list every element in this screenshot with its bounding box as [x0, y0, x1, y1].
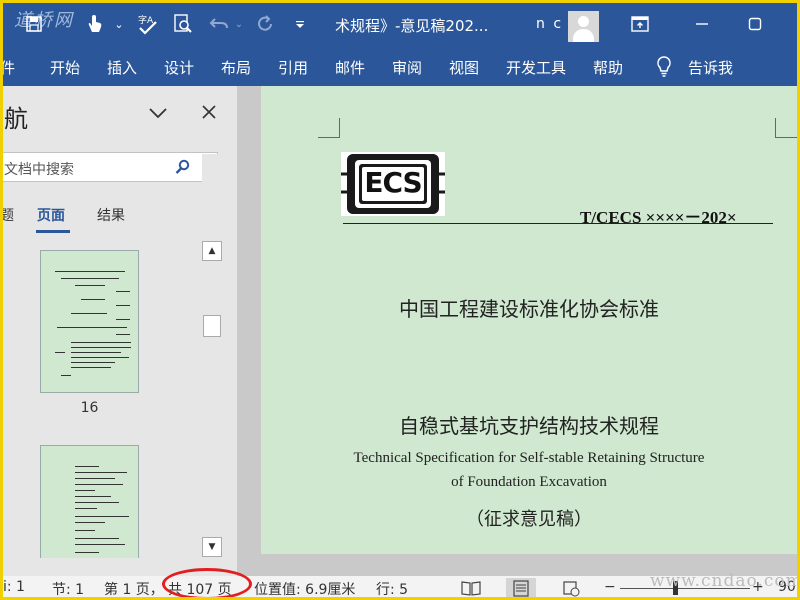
- touch-mode-dropdown-icon[interactable]: ⌄: [112, 10, 126, 38]
- title-bar: 道桥网 ⌄ 字A ⌄ 术规程》-意见稿202... n c: [0, 0, 800, 50]
- status-column[interactable]: i: 1: [3, 579, 25, 595]
- tab-view[interactable]: 视图: [449, 57, 479, 78]
- nav-options-chevron-down-icon[interactable]: [148, 104, 168, 125]
- close-icon[interactable]: [201, 104, 217, 125]
- web-layout-icon[interactable]: [556, 578, 586, 598]
- nav-tab-headings[interactable]: 题: [0, 205, 14, 225]
- nav-pane-title: 航: [4, 105, 28, 133]
- active-tab-indicator: [36, 230, 70, 233]
- crop-mark-top-left: [318, 118, 340, 138]
- header-rule: [343, 223, 773, 224]
- lightbulb-icon[interactable]: [655, 55, 673, 81]
- site-watermark: www.cndao.com: [650, 571, 800, 591]
- user-name[interactable]: n c: [536, 16, 563, 32]
- ribbon-display-options-icon[interactable]: [628, 12, 652, 36]
- page-thumbnails: 16: [0, 238, 200, 558]
- save-icon[interactable]: [22, 10, 46, 38]
- tab-file[interactable]: 件: [0, 57, 15, 78]
- ribbon-tabs: 件 开始 插入 设计 布局 引用 邮件 审阅 视图 开发工具 帮助 告诉我: [0, 50, 800, 86]
- undo-dropdown-icon[interactable]: ⌄: [233, 10, 245, 38]
- tell-me-search[interactable]: 告诉我: [688, 57, 733, 78]
- page-thumbnail[interactable]: [40, 250, 139, 393]
- search-input[interactable]: 文档中搜索 ⌄: [0, 152, 218, 182]
- logo-text: ECS: [364, 166, 422, 199]
- document-title: 术规程》-意见稿202...: [335, 17, 489, 35]
- search-placeholder: 文档中搜索: [4, 162, 74, 178]
- status-position[interactable]: 位置值: 6.9厘米: [254, 579, 355, 599]
- avatar-body: [573, 29, 594, 42]
- tab-layout[interactable]: 布局: [221, 57, 251, 78]
- ecs-logo: ECS: [341, 152, 445, 216]
- minimize-icon[interactable]: [690, 12, 714, 36]
- find-icon[interactable]: [170, 10, 196, 38]
- scrollbar-thumb[interactable]: [203, 315, 221, 337]
- title-english-line-1: Technical Specification for Self-stable …: [353, 450, 705, 466]
- print-layout-icon[interactable]: [506, 578, 536, 598]
- read-mode-icon[interactable]: [456, 578, 486, 598]
- crop-mark-top-right: [775, 118, 797, 138]
- page-thumbnail[interactable]: [40, 445, 139, 558]
- tab-help[interactable]: 帮助: [593, 57, 623, 78]
- scroll-down-icon[interactable]: ▼: [202, 537, 222, 557]
- search-icon[interactable]: [175, 159, 191, 175]
- title-chinese: 自稳式基坑支护结构技术规程: [399, 414, 659, 438]
- thumbnail-scrollbar[interactable]: [202, 154, 222, 474]
- avatar[interactable]: [568, 11, 599, 42]
- status-total-pages[interactable]: 共 107 页: [168, 579, 232, 599]
- page-number: 16: [80, 400, 99, 416]
- redo-icon[interactable]: [254, 10, 278, 38]
- customize-icon[interactable]: [292, 10, 308, 38]
- tab-design[interactable]: 设计: [164, 57, 194, 78]
- nav-tab-results[interactable]: 结果: [97, 205, 125, 225]
- svg-text:字A: 字A: [138, 14, 154, 26]
- title-english-line-2: of Foundation Excavation: [451, 474, 607, 490]
- status-page[interactable]: 第 1 页，: [104, 579, 164, 599]
- status-section[interactable]: 节: 1: [52, 579, 84, 599]
- undo-icon[interactable]: [205, 10, 233, 38]
- spelling-icon[interactable]: 字A: [135, 10, 161, 38]
- maximize-icon[interactable]: [743, 12, 767, 36]
- tab-home[interactable]: 开始: [50, 57, 80, 78]
- tab-review[interactable]: 审阅: [392, 57, 422, 78]
- organization-name: 中国工程建设标准化协会标准: [399, 297, 659, 321]
- tab-references[interactable]: 引用: [278, 57, 308, 78]
- tab-mailings[interactable]: 邮件: [335, 57, 365, 78]
- zoom-out-icon[interactable]: −: [604, 579, 616, 595]
- status-line[interactable]: 行: 5: [376, 579, 408, 599]
- touch-mode-icon[interactable]: [80, 10, 108, 38]
- standard-number: T/CECS ××××－202×: [580, 208, 737, 227]
- scroll-up-icon[interactable]: ▲: [202, 241, 222, 261]
- nav-tab-pages[interactable]: 页面: [37, 205, 65, 225]
- draft-label: （征求意见稿）: [466, 509, 592, 530]
- avatar-head: [578, 16, 589, 27]
- tab-developer[interactable]: 开发工具: [506, 57, 566, 78]
- tab-insert[interactable]: 插入: [107, 57, 137, 78]
